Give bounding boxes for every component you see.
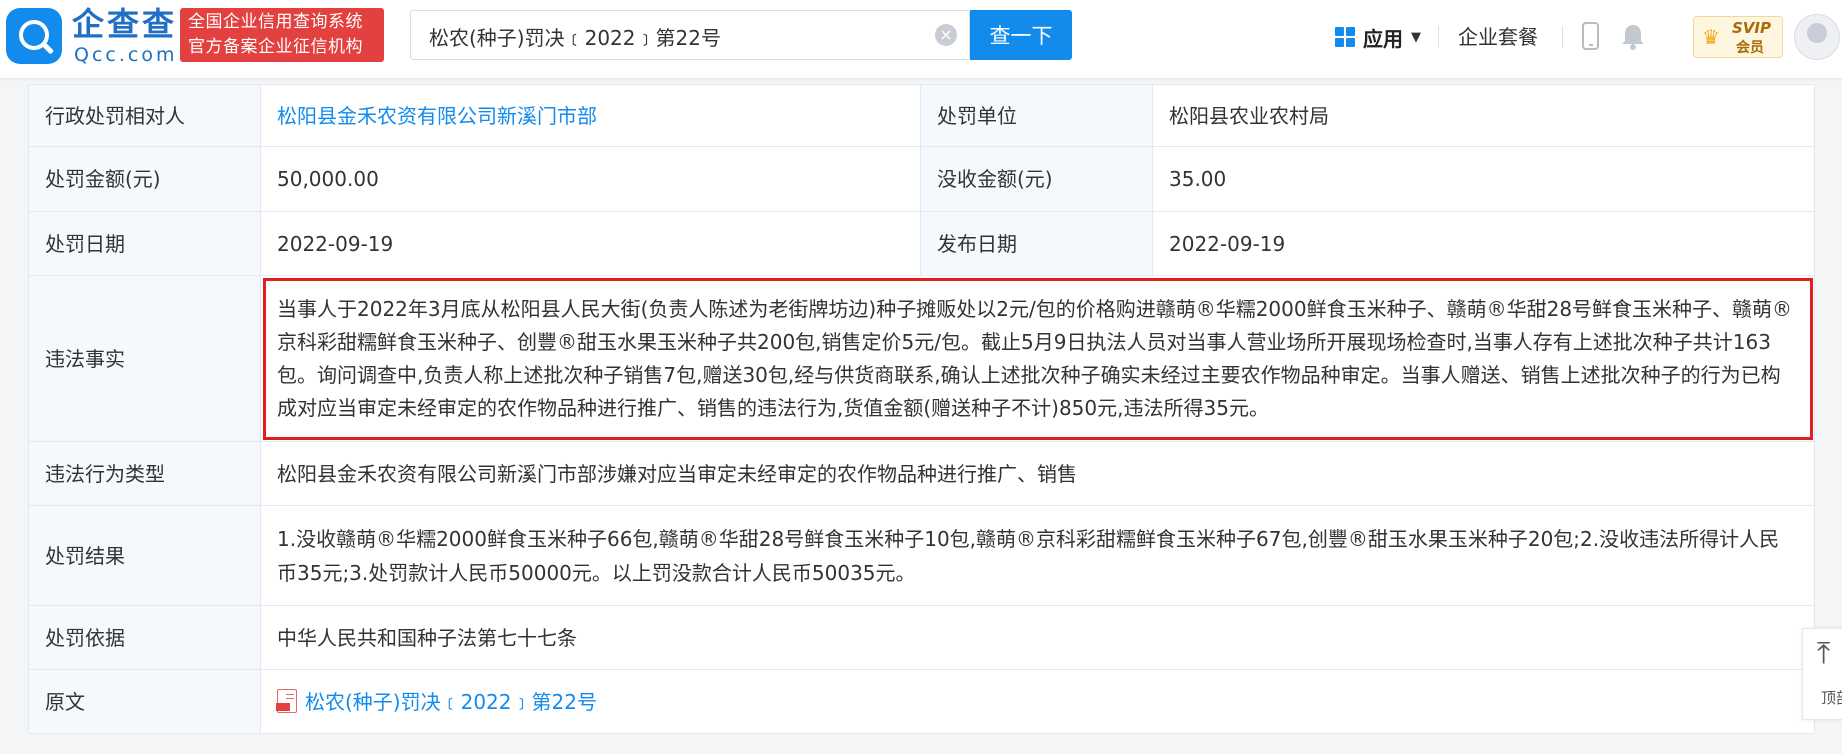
table-row: 违法事实 当事人于2022年3月底从松阳县人民大街(负责人陈述为老街牌坊边)种子… (28, 275, 1815, 442)
back-to-top-button[interactable]: ⤒ 顶部 (1802, 628, 1842, 720)
table-row: 处罚金额(元) 50,000.00 没收金额(元) 35.00 (28, 146, 1815, 212)
original-value: 松农(种子)罚决﹝2022﹞第22号 (260, 669, 1815, 734)
header-divider (1438, 26, 1439, 48)
penalty-detail-table: 行政处罚相对人 松阳县金禾农资有限公司新溪门市部 处罚单位 松阳县农业农村局 处… (28, 84, 1815, 734)
back-to-top-label: 顶部 (1821, 689, 1842, 707)
header-divider (1562, 26, 1563, 48)
apps-label: 应用 (1363, 26, 1403, 51)
user-avatar[interactable] (1794, 14, 1840, 60)
notification-bell-icon[interactable] (1620, 22, 1646, 50)
apps-grid-icon (1335, 27, 1355, 47)
cert-line-1: 全国企业信用查询系统 (188, 12, 363, 32)
logo-domain: Qcc.com (74, 44, 178, 66)
party-value: 松阳县金禾农资有限公司新溪门市部 (260, 84, 921, 147)
amount-label: 处罚金额(元) (28, 146, 261, 212)
confiscate-value: 35.00 (1152, 146, 1815, 212)
facts-value: 当事人于2022年3月底从松阳县人民大街(负责人陈述为老街牌坊边)种子摊贩处以2… (260, 275, 1815, 442)
publish-date-label: 发布日期 (920, 211, 1153, 276)
table-row: 原文 松农(种子)罚决﹝2022﹞第22号 (28, 669, 1815, 734)
unit-value: 松阳县农业农村局 (1152, 84, 1815, 147)
basis-label: 处罚依据 (28, 605, 261, 670)
search-box: × (410, 10, 970, 61)
amount-value: 50,000.00 (260, 146, 921, 212)
date-value: 2022-09-19 (260, 211, 921, 276)
cert-line-2: 官方备案企业征信机构 (188, 37, 363, 57)
basis-value: 中华人民共和国种子法第七十七条 (260, 605, 1815, 670)
date-label: 处罚日期 (28, 211, 261, 276)
chevron-down-icon: ▼ (1411, 29, 1421, 45)
search-input[interactable] (427, 11, 901, 61)
party-company-link[interactable]: 松阳县金禾农资有限公司新溪门市部 (277, 104, 597, 128)
original-label: 原文 (28, 669, 261, 734)
top-header: 企查查 Qcc.com 全国企业信用查询系统 官方备案企业征信机构 × 查一下 … (0, 0, 1842, 79)
original-document-link[interactable]: 松农(种子)罚决﹝2022﹞第22号 (305, 690, 597, 714)
violation-type-value: 松阳县金禾农资有限公司新溪门市部涉嫌对应当审定未经审定的农作物品种进行推广、销售 (260, 441, 1815, 506)
qcc-logo-icon[interactable] (6, 8, 62, 64)
result-value: 1.没收赣萌®华糯2000鲜食玉米种子66包,赣萌®华甜28号鲜食玉米种子10包… (260, 505, 1815, 606)
table-row: 行政处罚相对人 松阳县金禾农资有限公司新溪门市部 处罚单位 松阳县农业农村局 (28, 84, 1815, 147)
party-label: 行政处罚相对人 (28, 84, 261, 147)
search-button[interactable]: 查一下 (970, 10, 1072, 60)
clear-search-icon[interactable]: × (935, 24, 957, 46)
facts-label: 违法事实 (28, 275, 261, 442)
mobile-app-icon[interactable] (1582, 22, 1599, 50)
table-row: 违法行为类型 松阳县金禾农资有限公司新溪门市部涉嫌对应当审定未经审定的农作物品种… (28, 441, 1815, 506)
crown-icon: ♛ (1702, 25, 1720, 49)
confiscate-label: 没收金额(元) (920, 146, 1153, 212)
table-row: 处罚依据 中华人民共和国种子法第七十七条 (28, 605, 1815, 670)
table-row: 处罚结果 1.没收赣萌®华糯2000鲜食玉米种子66包,赣萌®华甜28号鲜食玉米… (28, 505, 1815, 606)
enterprise-package-link[interactable]: 企业套餐 (1458, 20, 1538, 54)
certification-badge: 全国企业信用查询系统 官方备案企业征信机构 (180, 8, 384, 62)
apps-menu[interactable]: 应用 ▼ (1335, 20, 1421, 54)
violation-type-label: 违法行为类型 (28, 441, 261, 506)
publish-date-value: 2022-09-19 (1152, 211, 1815, 276)
unit-label: 处罚单位 (920, 84, 1153, 147)
pdf-icon (276, 688, 297, 713)
logo-name[interactable]: 企查查 (72, 6, 177, 42)
arrow-up-icon: ⤒ (1817, 636, 1831, 671)
result-label: 处罚结果 (28, 505, 261, 606)
vip-subtitle: 会员 (1736, 40, 1764, 56)
table-row: 处罚日期 2022-09-19 发布日期 2022-09-19 (28, 211, 1815, 276)
svip-badge[interactable]: ♛ SVIP 会员 (1693, 16, 1783, 58)
vip-title: SVIP (1732, 19, 1771, 37)
